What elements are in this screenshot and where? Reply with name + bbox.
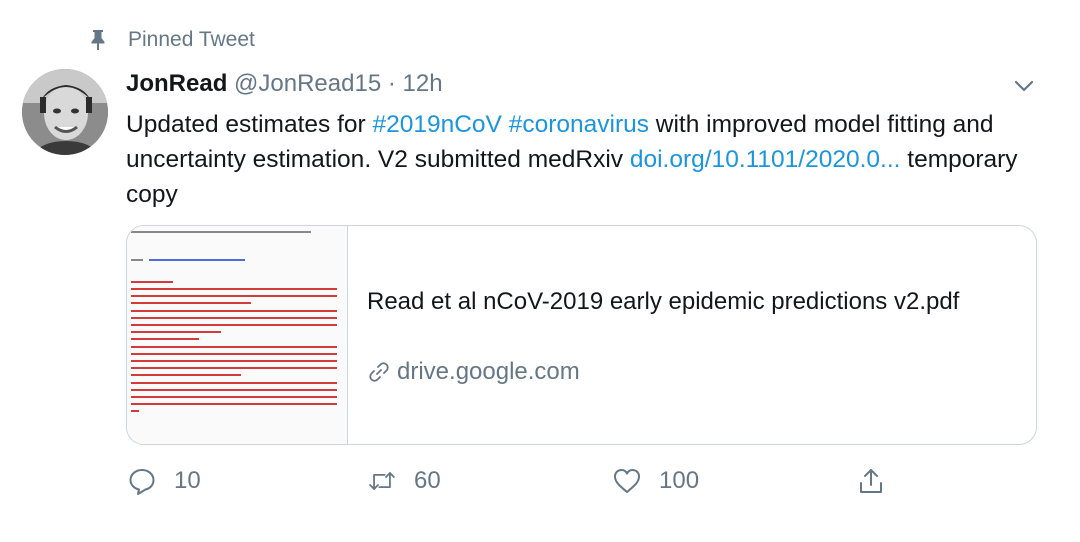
avatar[interactable]: [22, 69, 108, 155]
share-icon: [856, 466, 886, 496]
retweet-button[interactable]: 60: [367, 466, 441, 496]
card-domain: drive.google.com: [367, 358, 580, 386]
reply-count: 10: [174, 467, 201, 494]
pin-icon: [88, 29, 108, 51]
display-name[interactable]: JonRead: [126, 70, 227, 97]
tweet-text-space: [502, 111, 509, 138]
card-title[interactable]: Read et al nCoV-2019 early epidemic pred…: [367, 286, 1007, 318]
pinned-label: Pinned Tweet: [128, 28, 255, 51]
doi-link[interactable]: doi.org/10.1101/2020.0...: [630, 146, 901, 173]
retweet-count: 60: [414, 467, 441, 494]
hashtag-2019ncov[interactable]: #2019nCoV: [372, 111, 501, 138]
tweet-header: JonRead @JonRead15 · 12h: [126, 70, 443, 98]
hashtag-coronavirus[interactable]: #coronavirus: [509, 111, 649, 138]
user-handle[interactable]: @JonRead15: [234, 70, 381, 97]
tweet-text: Updated estimates for #2019nCoV #coronav…: [126, 107, 1026, 212]
like-count: 100: [659, 467, 700, 494]
like-button[interactable]: 100: [612, 466, 699, 496]
heart-icon: [612, 466, 642, 496]
link-icon: [367, 360, 391, 384]
retweet-icon: [367, 466, 397, 496]
reply-icon: [127, 466, 157, 496]
pinned-indicator: Pinned Tweet: [88, 28, 255, 52]
tweet-text-part: Updated estimates for: [126, 111, 373, 138]
tweet-time[interactable]: 12h: [403, 70, 443, 97]
reply-button[interactable]: 10: [127, 466, 201, 496]
separator-dot: ·: [387, 70, 396, 97]
link-card[interactable]: Read et al nCoV-2019 early epidemic pred…: [126, 225, 1037, 445]
card-domain-text: drive.google.com: [397, 358, 580, 385]
card-thumbnail: [127, 226, 348, 444]
chevron-down-icon[interactable]: [1013, 77, 1035, 95]
share-button[interactable]: [856, 466, 886, 496]
